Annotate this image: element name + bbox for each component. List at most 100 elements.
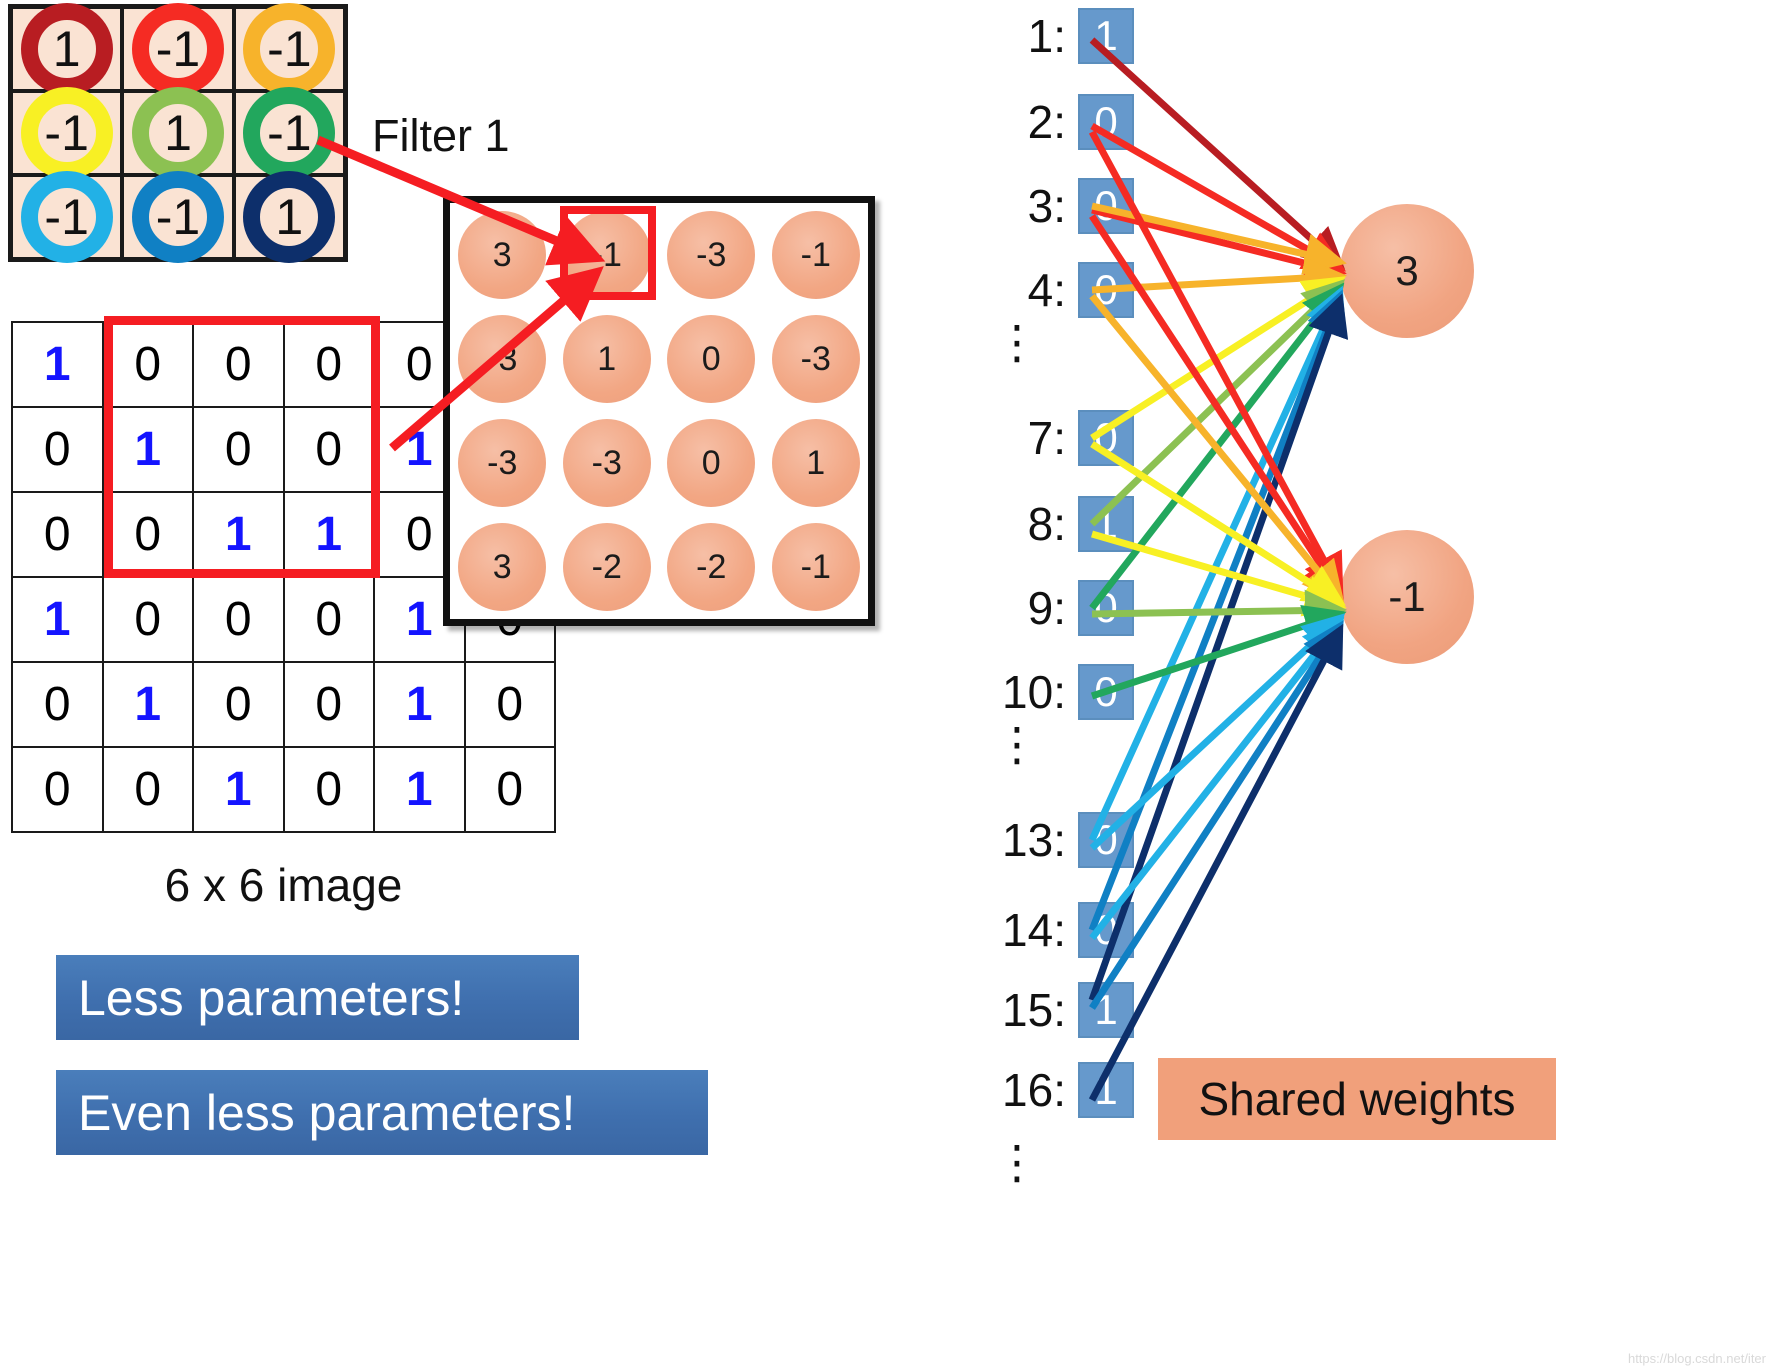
image-cell: 0 — [11, 746, 104, 833]
image-cell: 0 — [11, 491, 104, 578]
image-cell: 0 — [282, 746, 375, 833]
image-cell: 0 — [11, 661, 104, 748]
feature-map-value: -3 — [458, 419, 547, 507]
neuron-index-label: 1: — [1027, 10, 1066, 62]
image-cell: 0 — [463, 661, 556, 748]
filter-cell-value: 1 — [164, 105, 192, 161]
feature-map-cell: -3 — [450, 411, 555, 515]
image-cell: 1 — [373, 661, 466, 748]
ellipsis-icon: ⋮ — [994, 718, 1040, 770]
neuron-index-label: 2: — [1027, 96, 1066, 148]
neuron-row: 3: 0 — [960, 178, 1134, 234]
image-cell: 1 — [101, 661, 194, 748]
neuron-value-box[interactable]: 0 — [1078, 812, 1134, 868]
image-cell: 0 — [282, 576, 375, 663]
neuron-index-label: 13: — [1002, 814, 1066, 866]
neuron-value-box[interactable]: 0 — [1078, 664, 1134, 720]
ellipsis-icon: ⋮ — [994, 316, 1040, 368]
feature-map-value: -2 — [562, 523, 651, 611]
neuron-row: 16: 1 — [960, 1062, 1134, 1118]
image-cell: 1 — [11, 321, 104, 408]
neuron-index-label: 9: — [1027, 582, 1066, 634]
filter-cell-value: -1 — [44, 105, 89, 161]
filter-cell: 1 — [122, 87, 234, 179]
filter-cell: -1 — [11, 171, 123, 263]
feature-map-value: -2 — [667, 523, 756, 611]
feature-map-value: 0 — [667, 419, 756, 507]
feature-map-value: 1 — [771, 419, 860, 507]
feature-map-highlight-box — [560, 206, 656, 300]
filter-cell-value: -1 — [267, 21, 312, 77]
feature-map-value: -3 — [771, 315, 860, 403]
filter-cell: -1 — [122, 3, 234, 95]
feature-map-value: 1 — [562, 315, 651, 403]
feature-map-value: -1 — [771, 523, 860, 611]
image-cell: 1 — [11, 576, 104, 663]
neuron-row: 13: 0 — [960, 812, 1134, 868]
neuron-value-box[interactable]: 0 — [1078, 410, 1134, 466]
neuron-row: 8: 1 — [960, 496, 1134, 552]
feature-map-value: -3 — [562, 419, 651, 507]
neuron-row: 14: 0 — [960, 902, 1134, 958]
neuron-index-label: 14: — [1002, 904, 1066, 956]
neuron-row: 9: 0 — [960, 580, 1134, 636]
neuron-index-label: 7: — [1027, 412, 1066, 464]
filter-cell: -1 — [233, 87, 345, 179]
watermark: https://blog.csdn.net/iter — [1627, 1351, 1766, 1366]
neuron-index-label: 4: — [1027, 264, 1066, 316]
neuron-input-column: 1: 1 2: 0 3: 0 4: 0 ⋮ 7: 0 8: 1 9: 0 10: 0 ⋮ 13: 0 14: 0 15: 1 1… — [960, 0, 1134, 1372]
neuron-row: 7: 0 — [960, 410, 1134, 466]
neuron-value-box[interactable]: 0 — [1078, 580, 1134, 636]
neuron-value-box[interactable]: 0 — [1078, 178, 1134, 234]
image-cell: 0 — [11, 406, 104, 493]
filter-cell-value: -1 — [44, 189, 89, 245]
neuron-value-box[interactable]: 1 — [1078, 982, 1134, 1038]
neuron-row: 2: 0 — [960, 94, 1134, 150]
feature-map-value: -3 — [458, 315, 547, 403]
feature-map-cell: 3 — [450, 203, 555, 307]
neuron-index-label: 15: — [1002, 984, 1066, 1036]
feature-map-value: 3 — [458, 523, 547, 611]
edge-n8-out3 — [1089, 279, 1346, 527]
neuron-value-box[interactable]: 1 — [1078, 496, 1134, 552]
edge-n15-out3 — [1088, 293, 1349, 1002]
feature-map-cell: -3 — [659, 203, 764, 307]
feature-map-value: 3 — [458, 211, 547, 299]
neuron-value-box[interactable]: 0 — [1078, 94, 1134, 150]
image-cell: 1 — [192, 746, 285, 833]
feature-map-cell: 1 — [555, 307, 660, 411]
feature-map-cell: 3 — [450, 515, 555, 619]
filter-cell-value: -1 — [155, 189, 201, 245]
neuron-index-label: 10: — [1002, 666, 1066, 718]
banner-less-parameters: Less parameters! — [56, 955, 579, 1040]
filter-cell-value: -1 — [267, 105, 312, 161]
filter-cell: -1 — [233, 3, 345, 95]
feature-map-cell: -3 — [555, 411, 660, 515]
image-cell: 0 — [192, 661, 285, 748]
neuron-value-box[interactable]: 0 — [1078, 262, 1134, 318]
feature-map-value: -1 — [771, 211, 860, 299]
feature-map-cell: -2 — [555, 515, 660, 619]
banner-shared-weights: Shared weights — [1158, 1058, 1556, 1140]
neuron-row: 1: 1 — [960, 8, 1134, 64]
filter-cell-value: 1 — [275, 189, 304, 245]
feature-map-cell: 1 — [764, 411, 869, 515]
image-caption: 6 x 6 image — [164, 859, 403, 911]
feature-map-cell: 0 — [659, 307, 764, 411]
filter-cell: 1 — [11, 3, 123, 95]
output-neuron-3: 3 — [1340, 204, 1474, 338]
filter1-label: Filter 1 — [372, 110, 510, 161]
image-cell: 0 — [101, 746, 194, 833]
image-cell: 0 — [463, 746, 556, 833]
neuron-value-box[interactable]: 0 — [1078, 902, 1134, 958]
neuron-row: 15: 1 — [960, 982, 1134, 1038]
neuron-index-label: 3: — [1027, 180, 1066, 232]
image-cell: 0 — [192, 576, 285, 663]
receptive-field-box — [104, 316, 380, 578]
banner-even-less-parameters: Even less parameters! — [56, 1070, 708, 1155]
neuron-value-box[interactable]: 1 — [1078, 8, 1134, 64]
image-cell: 1 — [373, 746, 466, 833]
filter-cell: -1 — [11, 87, 123, 179]
feature-map-value: -3 — [667, 211, 756, 299]
neuron-value-box[interactable]: 1 — [1078, 1062, 1134, 1118]
